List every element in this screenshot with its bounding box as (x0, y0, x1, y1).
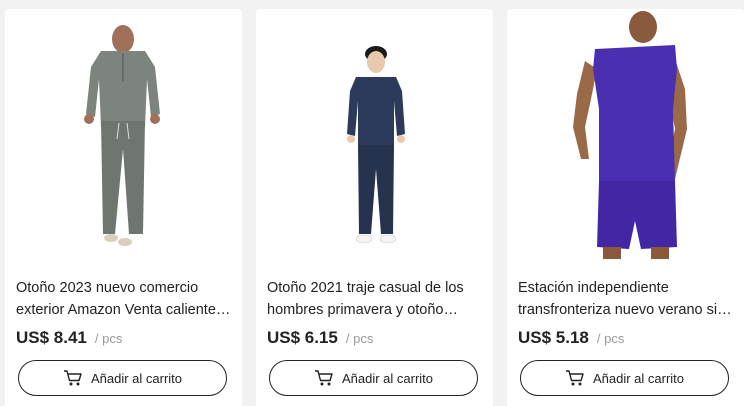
price-unit: / pcs (596, 331, 625, 346)
product-image[interactable] (5, 9, 242, 259)
product-photo-gray-set (84, 25, 160, 246)
product-card[interactable]: Estación independiente transfronteriza n… (507, 9, 744, 406)
price-row: US$ 6.15 / pcs (267, 328, 373, 348)
product-title[interactable]: Estación independiente transfronteriza n… (518, 277, 734, 321)
price-unit: / pcs (94, 331, 123, 346)
shopping-cart-icon (565, 369, 585, 387)
add-to-cart-button[interactable]: Añadir al carrito (520, 360, 729, 396)
product-image[interactable] (507, 9, 744, 259)
shopping-cart-icon (314, 369, 334, 387)
price-row: US$ 5.18 / pcs (518, 328, 624, 348)
product-title[interactable]: Otoño 2023 nuevo comercio exterior Amazo… (16, 277, 232, 321)
product-image[interactable] (256, 9, 493, 259)
product-title[interactable]: Otoño 2021 traje casual de los hombres p… (267, 277, 483, 321)
product-card[interactable]: Otoño 2023 nuevo comercio exterior Amazo… (5, 9, 242, 406)
price-unit: / pcs (345, 331, 374, 346)
add-to-cart-button[interactable]: Añadir al carrito (269, 360, 478, 396)
product-card[interactable]: Otoño 2021 traje casual de los hombres p… (256, 9, 493, 406)
add-to-cart-button[interactable]: Añadir al carrito (18, 360, 227, 396)
product-price: US$ 5.18 (518, 328, 589, 347)
product-photo-navy-set (347, 46, 405, 244)
add-to-cart-label: Añadir al carrito (90, 370, 183, 386)
product-photo-purple-set (573, 11, 687, 259)
price-row: US$ 8.41 / pcs (16, 328, 122, 348)
product-price: US$ 8.41 (16, 328, 87, 347)
add-to-cart-label: Añadir al carrito (341, 370, 434, 386)
product-price: US$ 6.15 (267, 328, 338, 347)
add-to-cart-label: Añadir al carrito (592, 370, 685, 386)
shopping-cart-icon (63, 369, 83, 387)
